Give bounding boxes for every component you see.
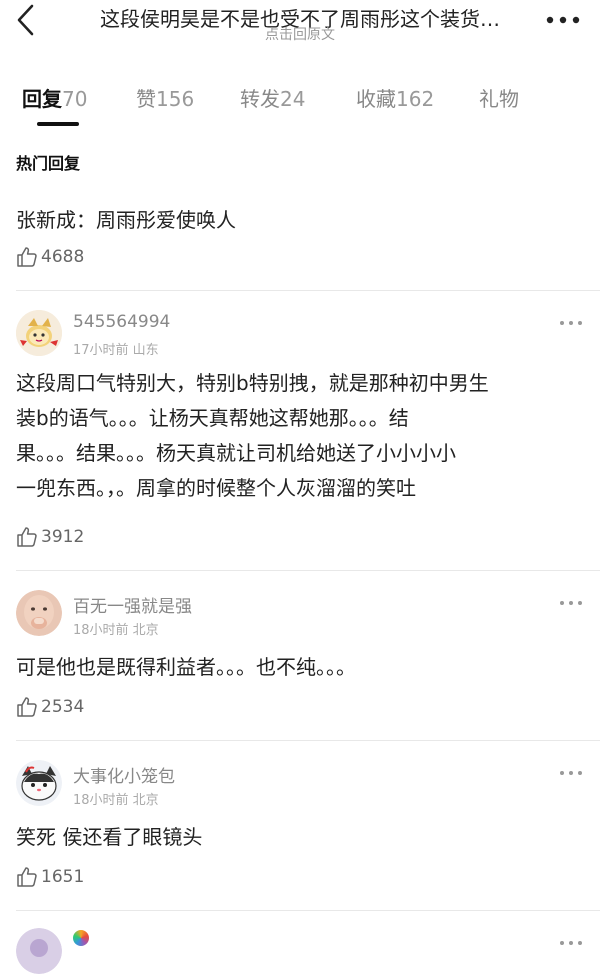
avatar[interactable] — [16, 760, 62, 806]
tab-replies[interactable]: 回复70 — [22, 83, 87, 112]
dot — [578, 321, 582, 325]
dot — [569, 601, 573, 605]
comment-line: 果。。。结果。。。杨天真就让司机给她送了小小小小 — [16, 441, 456, 465]
comment-more-button[interactable] — [560, 598, 582, 608]
cat-avatar-icon — [16, 760, 62, 806]
tab-count: 70 — [62, 87, 88, 111]
more-dots-icon — [546, 16, 580, 24]
tab-label: 收藏 — [356, 87, 396, 111]
comment-text[interactable]: 这段周口气特别大，特别b特别拽，就是那种初中男生 装b的语气。。。让杨天真帮她这… — [16, 366, 586, 506]
comment-line: 一兜东西。，。周拿的时候整个人灰溜溜的笑吐 — [16, 476, 416, 500]
thumbs-up-icon — [17, 867, 37, 887]
dot — [578, 771, 582, 775]
like-count: 4688 — [41, 247, 85, 267]
tab-label: 礼物 — [479, 87, 519, 111]
like-count: 2534 — [41, 697, 85, 717]
dot — [569, 771, 573, 775]
username[interactable]: 大事化小笼包 — [73, 762, 175, 787]
photo-avatar-icon — [16, 590, 62, 636]
comment-meta: 18小时前 北京 — [73, 793, 159, 808]
back-to-original-link[interactable]: 点击回原文 — [0, 24, 600, 44]
dot — [569, 321, 573, 325]
comment-meta: 17小时前 山东 — [73, 343, 159, 358]
dot — [578, 941, 582, 945]
tab-count: 156 — [156, 87, 195, 111]
like-button[interactable]: 1651 — [16, 866, 84, 888]
tab-favorites[interactable]: 收藏162 — [356, 83, 434, 112]
divider — [16, 740, 600, 741]
comment-meta: 18小时前 北京 — [73, 623, 159, 638]
cartoon-avatar-icon — [16, 310, 62, 356]
tab-likes[interactable]: 赞156 — [136, 83, 194, 112]
tab-gifts[interactable]: 礼物 — [479, 83, 519, 112]
dot — [569, 941, 573, 945]
tab-reposts[interactable]: 转发24 — [240, 83, 305, 112]
thumbs-up-icon — [17, 247, 37, 267]
avatar-icon — [16, 928, 62, 974]
username[interactable]: 545564994 — [73, 312, 170, 332]
username[interactable]: 百无一强就是强 — [73, 592, 192, 617]
avatar[interactable] — [16, 310, 62, 356]
comment-more-button[interactable] — [560, 938, 582, 948]
avatar[interactable] — [16, 590, 62, 636]
top-bar: 这段侯明昊是不是也受不了周雨彤这个装货… 点击回原文 — [0, 0, 600, 50]
more-button[interactable] — [546, 10, 580, 30]
active-tab-indicator — [37, 122, 79, 126]
like-count: 1651 — [41, 867, 85, 887]
divider — [16, 570, 600, 571]
comment-line: 这段周口气特别大，特别b特别拽，就是那种初中男生 — [16, 371, 489, 395]
tab-label: 转发 — [240, 87, 280, 111]
dot — [560, 941, 564, 945]
comment-line: 可是他也是既得利益者。。。也不纯。。。 — [16, 655, 356, 679]
comment-text[interactable]: 可是他也是既得利益者。。。也不纯。。。 — [16, 650, 586, 685]
like-button[interactable]: 4688 — [16, 246, 84, 268]
comment-more-button[interactable] — [560, 768, 582, 778]
badge-icon — [73, 930, 89, 946]
thumbs-up-icon — [17, 527, 37, 547]
tab-count: 24 — [280, 87, 306, 111]
thumbs-up-icon — [17, 697, 37, 717]
dot — [578, 601, 582, 605]
comment-text[interactable]: 笑死 侯还看了眼镜头 — [16, 820, 586, 855]
tab-label: 赞 — [136, 87, 156, 111]
like-count: 3912 — [41, 527, 85, 547]
hot-reply-text[interactable]: 张新成：周雨彤爱使唤人 — [16, 204, 236, 233]
hot-replies-heading: 热门回复 — [16, 154, 81, 173]
dot — [560, 771, 564, 775]
tab-bar: 回复70 赞156 转发24 收藏162 礼物 — [0, 78, 600, 128]
like-button[interactable]: 3912 — [16, 526, 84, 548]
avatar[interactable] — [16, 928, 62, 974]
dot — [560, 601, 564, 605]
comment-line: 笑死 侯还看了眼镜头 — [16, 825, 203, 849]
like-button[interactable]: 2534 — [16, 696, 84, 718]
comment-line: 装b的语气。。。让杨天真帮她这帮她那。。。结 — [16, 406, 409, 430]
divider — [16, 910, 600, 911]
divider — [16, 290, 600, 291]
tab-count: 162 — [396, 87, 435, 111]
dot — [560, 321, 564, 325]
comment-more-button[interactable] — [560, 318, 582, 328]
tab-label: 回复 — [22, 87, 62, 111]
